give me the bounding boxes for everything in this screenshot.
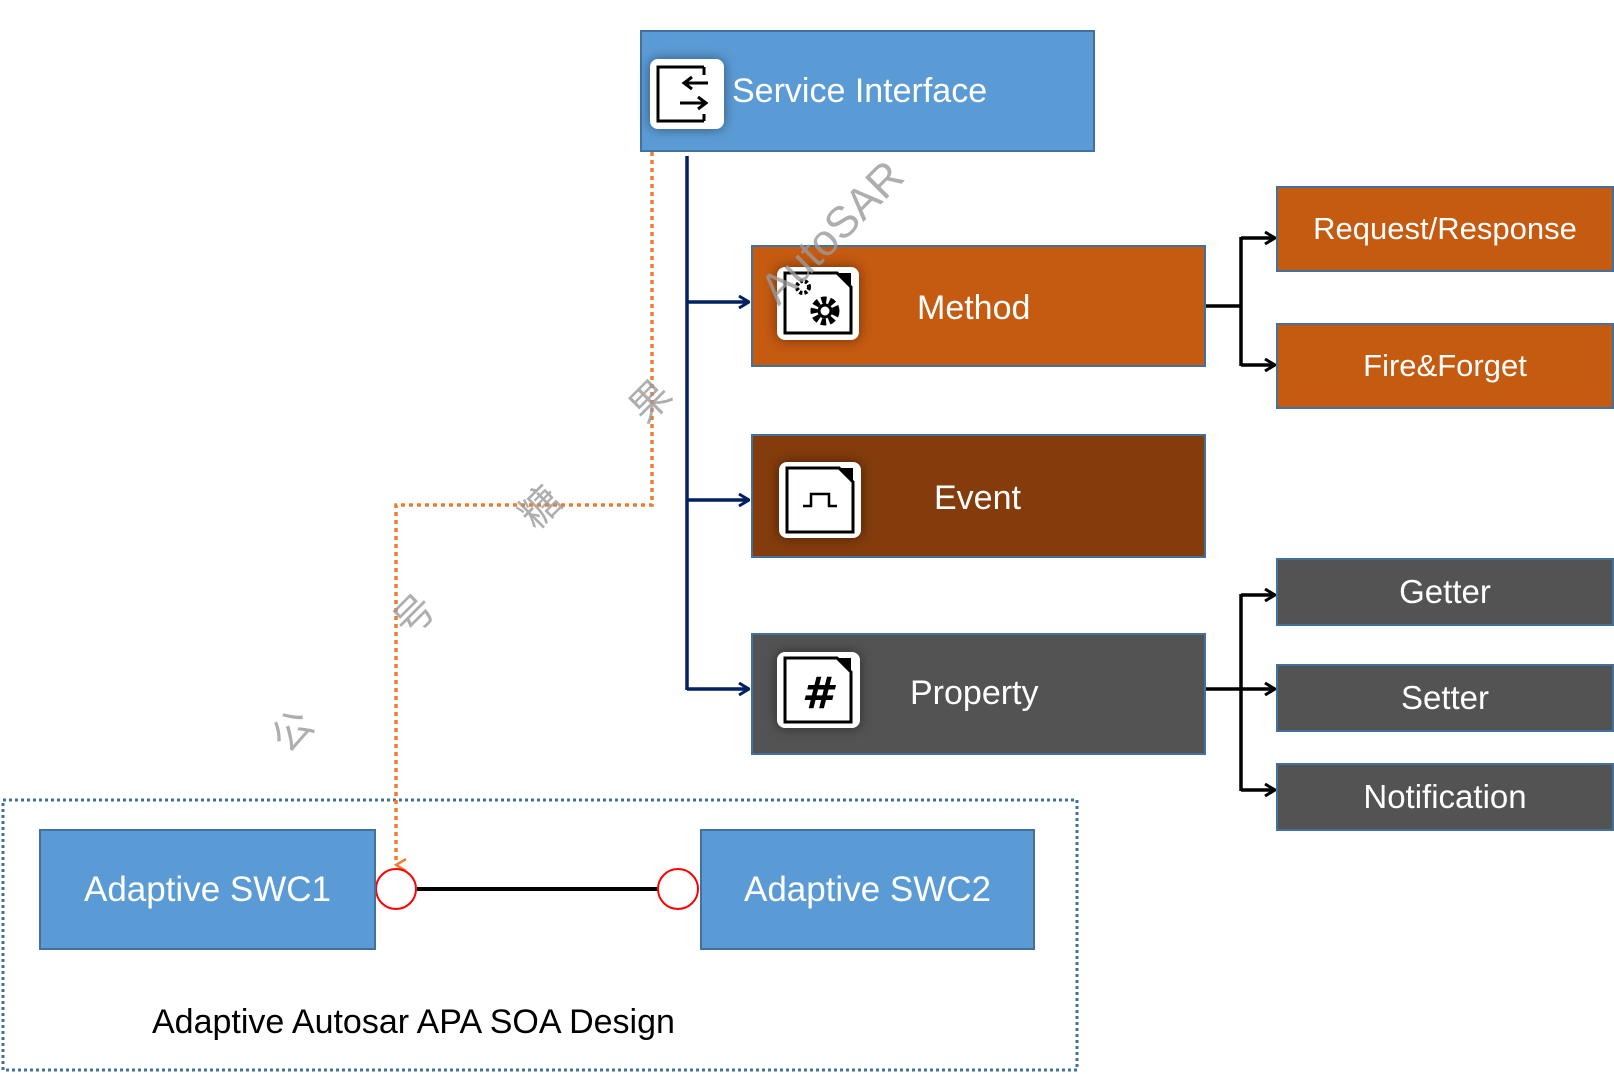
fire-forget-box[interactable]: Fire&Forget: [1276, 323, 1614, 409]
swc1-port: [375, 868, 417, 910]
adaptive-swc1-box[interactable]: Adaptive SWC1: [39, 829, 376, 950]
design-caption: Adaptive Autosar APA SOA Design: [152, 1003, 675, 1041]
setter-box[interactable]: Setter: [1276, 664, 1614, 732]
svg-text:#: #: [802, 668, 837, 719]
request-response-box[interactable]: Request/Response: [1276, 186, 1614, 272]
property-label: Property: [910, 674, 1039, 712]
interface-arrows-icon: [650, 59, 724, 129]
method-label: Method: [917, 289, 1031, 327]
swc2-port: [657, 868, 699, 910]
notification-box[interactable]: Notification: [1276, 763, 1614, 831]
service-interface-label: Service Interface: [732, 72, 988, 110]
adaptive-swc2-box[interactable]: Adaptive SWC2: [700, 829, 1035, 950]
pulse-icon: [779, 462, 861, 538]
getter-box[interactable]: Getter: [1276, 558, 1614, 626]
hash-icon: #: [777, 652, 860, 728]
event-label: Event: [934, 479, 1021, 517]
